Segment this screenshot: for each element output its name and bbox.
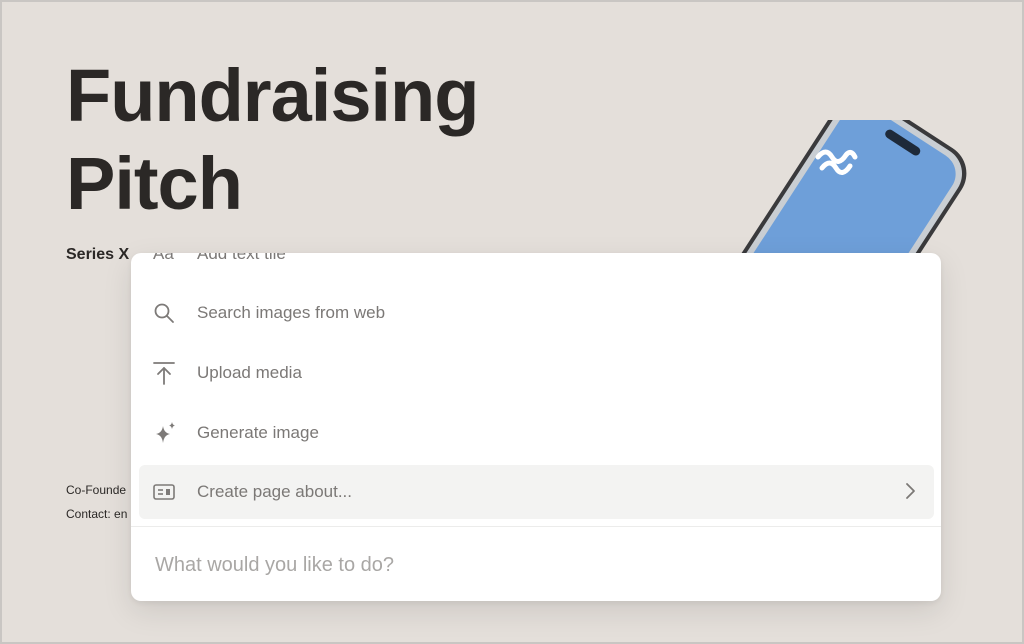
- command-palette: Aa Add text tile Search images from web …: [131, 253, 941, 601]
- phone-mockup: [700, 120, 970, 260]
- search-icon: [153, 302, 193, 324]
- contact-text: Contact: en: [66, 507, 128, 521]
- page-title: Fundraising Pitch: [66, 52, 479, 228]
- title-line-1: Fundraising: [66, 54, 479, 137]
- card-icon: [153, 484, 193, 500]
- prompt-input[interactable]: [153, 553, 917, 578]
- menu-item-add-text-tile[interactable]: Aa Add text tile: [139, 253, 934, 281]
- sparkle-icon: [153, 421, 193, 445]
- menu-item-label: Generate image: [197, 423, 319, 442]
- cofounder-text: Co-Founde: [66, 483, 127, 497]
- menu-item-label: Add text tile: [197, 253, 286, 263]
- menu-item-search-images[interactable]: Search images from web: [139, 286, 934, 340]
- menu-item-generate-image[interactable]: Generate image: [139, 406, 934, 460]
- text-tile-glyph: Aa: [153, 253, 174, 263]
- title-line-2: Pitch: [66, 142, 243, 225]
- menu-item-create-page[interactable]: Create page about...: [139, 465, 934, 519]
- menu-item-label: Create page about...: [197, 482, 353, 501]
- menu-item-label: Search images from web: [197, 303, 386, 322]
- upload-icon: [153, 361, 193, 385]
- chevron-right-icon: [904, 482, 916, 505]
- text-tile-icon: Aa: [153, 253, 193, 264]
- menu-item-label: Upload media: [197, 363, 302, 382]
- page-subtitle: Series X: [66, 246, 130, 263]
- phone-image: [700, 120, 967, 260]
- menu-item-upload-media[interactable]: Upload media: [139, 346, 934, 400]
- palette-divider: [131, 526, 941, 527]
